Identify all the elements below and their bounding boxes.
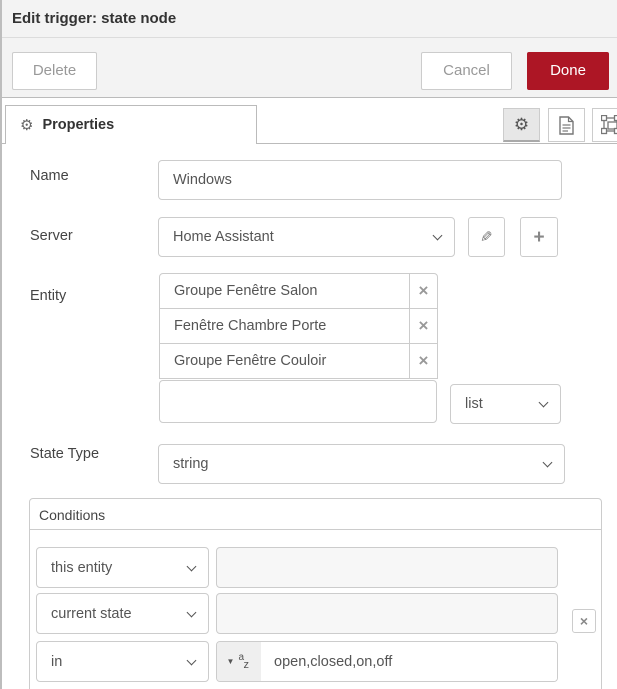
- condition-property-select[interactable]: this entity: [36, 547, 209, 588]
- condition-value-text-input[interactable]: [261, 642, 557, 681]
- tab-properties-label: Properties: [42, 117, 114, 133]
- add-entity-input[interactable]: [159, 380, 437, 423]
- chevron-down-icon: [539, 398, 549, 408]
- done-button[interactable]: Done: [527, 52, 609, 90]
- edit-node-dialog: Edit trigger: state node Delete Cancel D…: [0, 0, 617, 689]
- gear-icon: ⚙: [20, 118, 33, 133]
- chevron-down-icon: [187, 607, 197, 617]
- dialog-toolbar: Delete Cancel Done: [0, 38, 617, 98]
- conditions-section: Conditions this entity current state × i…: [29, 498, 602, 689]
- name-label: Name: [30, 168, 69, 184]
- cancel-button[interactable]: Cancel: [421, 52, 512, 90]
- tab-bar: ⚙ Properties ⚙: [0, 98, 617, 144]
- entity-type-value: list: [465, 396, 483, 412]
- remove-entity-button[interactable]: ×: [409, 273, 438, 309]
- conditions-title: Conditions: [39, 507, 105, 523]
- x-icon: ×: [580, 613, 588, 629]
- entity-row: Fenêtre Chambre Porte ×: [159, 308, 438, 344]
- typed-input-type-button[interactable]: ▼ a z: [217, 642, 261, 681]
- state-type-value: string: [173, 456, 208, 472]
- name-input[interactable]: [158, 160, 562, 200]
- description-tab-button[interactable]: [548, 108, 585, 142]
- condition-property-select[interactable]: in: [36, 641, 209, 682]
- properties-tab-button[interactable]: ⚙: [503, 108, 540, 142]
- dialog-title: Edit trigger: state node: [12, 10, 176, 27]
- x-icon: ×: [419, 281, 429, 301]
- condition-typed-input: ▼ a z: [216, 641, 558, 682]
- dialog-header: Edit trigger: state node: [0, 0, 617, 38]
- chevron-down-icon: [187, 655, 197, 665]
- entity-row: Groupe Fenêtre Couloir ×: [159, 343, 438, 379]
- condition-value-input: [216, 547, 558, 588]
- appearance-icon: [601, 115, 617, 135]
- delete-button[interactable]: Delete: [12, 52, 97, 90]
- conditions-divider: [30, 529, 601, 530]
- entity-row: Groupe Fenêtre Salon ×: [159, 273, 438, 309]
- document-icon: [559, 116, 574, 135]
- condition-property-select[interactable]: current state: [36, 593, 209, 634]
- sort-az-icon: a z: [238, 653, 251, 671]
- state-type-select[interactable]: string: [158, 444, 565, 484]
- pencil-icon: ✎: [480, 228, 493, 246]
- condition-value-input: [216, 593, 558, 634]
- remove-entity-button[interactable]: ×: [409, 343, 438, 379]
- condition-property-value: current state: [51, 606, 132, 622]
- chevron-down-icon: [543, 458, 553, 468]
- state-type-label: State Type: [30, 446, 99, 462]
- entity-list: Groupe Fenêtre Salon × Fenêtre Chambre P…: [159, 273, 438, 379]
- server-select-value: Home Assistant: [173, 229, 274, 245]
- plus-icon: +: [533, 228, 544, 247]
- entity-type-select[interactable]: list: [450, 384, 561, 424]
- x-icon: ×: [419, 316, 429, 336]
- tab-properties[interactable]: ⚙ Properties: [5, 105, 257, 144]
- add-server-button[interactable]: +: [520, 217, 558, 257]
- server-select[interactable]: Home Assistant: [158, 217, 455, 257]
- x-icon: ×: [419, 351, 429, 371]
- server-label: Server: [30, 228, 73, 244]
- entity-value: Groupe Fenêtre Salon: [159, 273, 410, 309]
- chevron-down-icon: [433, 231, 443, 241]
- remove-condition-button[interactable]: ×: [572, 609, 596, 633]
- caret-down-icon: ▼: [227, 658, 235, 666]
- edit-server-button[interactable]: ✎: [468, 217, 505, 257]
- entity-label: Entity: [30, 288, 66, 304]
- condition-property-value: in: [51, 654, 62, 670]
- entity-value: Fenêtre Chambre Porte: [159, 308, 410, 344]
- chevron-down-icon: [187, 561, 197, 571]
- entity-value: Groupe Fenêtre Couloir: [159, 343, 410, 379]
- remove-entity-button[interactable]: ×: [409, 308, 438, 344]
- appearance-tab-button[interactable]: [592, 108, 617, 142]
- condition-property-value: this entity: [51, 560, 112, 576]
- gear-icon: ⚙: [514, 115, 529, 135]
- tray-left-border: [0, 0, 2, 689]
